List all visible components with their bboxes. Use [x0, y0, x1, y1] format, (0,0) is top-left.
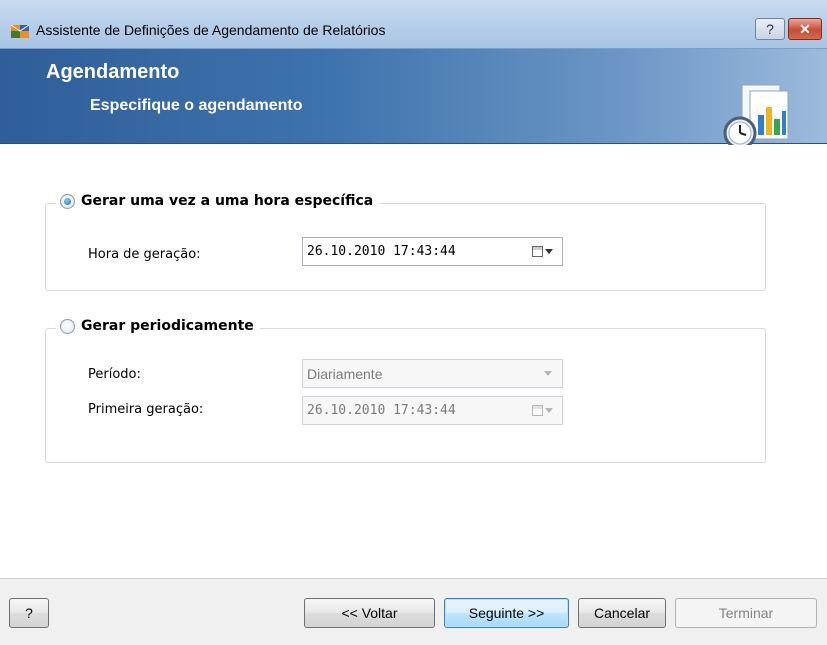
time-picker-button[interactable] — [522, 238, 562, 265]
calendar-icon — [531, 246, 543, 257]
dropdown-arrow-icon — [544, 249, 553, 254]
page-title: Agendamento — [46, 61, 180, 83]
wizard-header: Agendamento Especifique o agendamento — [0, 49, 827, 150]
time-value: 26.10.2010 17:43:44 — [307, 244, 456, 259]
dropdown-arrow-icon — [544, 408, 553, 413]
period-select[interactable]: Diariamente — [302, 359, 563, 388]
first-generation-label: Primeira geração: — [88, 402, 204, 417]
once-radio[interactable] — [60, 193, 75, 209]
page-subtitle: Especifique o agendamento — [90, 97, 303, 114]
window-title-bar: Assistente de Definições de Agendamento … — [0, 0, 827, 49]
period-dropdown-button[interactable] — [534, 360, 562, 387]
wizard-content: Gerar uma vez a uma hora específica Hora… — [0, 145, 827, 578]
cancel-button[interactable]: Cancelar — [578, 598, 666, 628]
title-help-button[interactable]: ? — [755, 18, 785, 40]
time-datetime-picker[interactable]: 26.10.2010 17:43:44 — [302, 237, 563, 266]
close-button[interactable]: ✕ — [788, 18, 822, 40]
back-button[interactable]: << Voltar — [304, 598, 435, 628]
first-generation-datetime-picker[interactable]: 26.10.2010 17:43:44 — [302, 396, 563, 425]
dropdown-arrow-icon — [544, 371, 552, 376]
first-generation-picker-button[interactable] — [522, 397, 562, 424]
period-label: Período: — [88, 367, 141, 382]
periodic-radio-label: Gerar periodicamente — [81, 318, 254, 334]
window-title: Assistente de Definições de Agendamento … — [36, 22, 386, 38]
finish-button[interactable]: Terminar — [675, 598, 817, 628]
once-radio-label: Gerar uma vez a uma hora específica — [81, 193, 374, 209]
periodic-radio[interactable] — [60, 318, 75, 334]
period-value: Diariamente — [307, 365, 383, 382]
close-icon: ✕ — [799, 20, 811, 37]
first-generation-value: 26.10.2010 17:43:44 — [307, 403, 456, 418]
time-label: Hora de geração: — [88, 247, 201, 262]
app-logo-icon — [10, 24, 30, 38]
wizard-button-bar: ? << Voltar Seguinte >> Cancelar Termina… — [0, 578, 827, 645]
periodic-option[interactable]: Gerar periodicamente — [56, 318, 260, 334]
calendar-icon — [531, 405, 543, 416]
next-button[interactable]: Seguinte >> — [444, 598, 569, 628]
once-option[interactable]: Gerar uma vez a uma hora específica — [56, 193, 380, 209]
help-button[interactable]: ? — [9, 598, 49, 628]
